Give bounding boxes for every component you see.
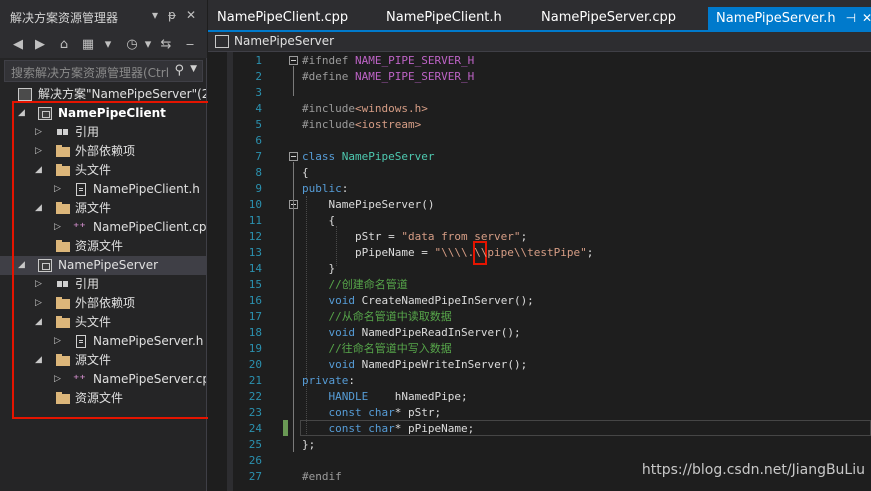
line-number: 13 bbox=[248, 246, 262, 259]
window-position-dropdown-icon[interactable]: ▾ bbox=[152, 8, 158, 22]
solution-explorer-titlebar: 解决方案资源管理器 ▾ ᵽ ✕ bbox=[0, 0, 207, 32]
code-line[interactable]: } bbox=[302, 261, 335, 277]
solution-search-input[interactable]: 搜索解决方案资源管理器(Ctrl ⚲ ▼ bbox=[4, 60, 203, 82]
tab-namepipeclient-cpp[interactable]: NamePipeClient.cpp bbox=[209, 7, 356, 31]
fold-line bbox=[293, 162, 294, 452]
line-number: 9 bbox=[255, 182, 262, 195]
code-line[interactable]: }; bbox=[302, 437, 315, 453]
code-line[interactable]: //往命名管道中写入数据 bbox=[302, 341, 452, 357]
line-number: 17 bbox=[248, 310, 262, 323]
forward-icon[interactable]: ▶ bbox=[32, 37, 48, 53]
line-number: 16 bbox=[248, 294, 262, 307]
fold-toggle-icon[interactable] bbox=[289, 56, 298, 65]
close-tab-icon[interactable]: ✕ bbox=[862, 11, 871, 25]
code-line[interactable]: const char* pPipeName; bbox=[302, 421, 475, 437]
more-icon[interactable]: ‒ bbox=[182, 37, 198, 53]
tab-namepipeclient-h[interactable]: NamePipeClient.h bbox=[378, 7, 510, 31]
dropdown-arrow-icon[interactable]: ▾ bbox=[100, 37, 116, 53]
fold-line bbox=[293, 66, 294, 96]
code-line[interactable]: void NamedPipeReadInServer(); bbox=[302, 325, 521, 341]
line-number: 23 bbox=[248, 406, 262, 419]
line-number: 24 bbox=[248, 422, 262, 435]
code-line[interactable]: NamePipeServer() bbox=[302, 197, 434, 213]
back-icon[interactable]: ◀ bbox=[10, 37, 26, 53]
line-number: 15 bbox=[248, 278, 262, 291]
tab-label: NamePipeServer.cpp bbox=[541, 10, 676, 25]
line-number: 5 bbox=[255, 118, 262, 131]
code-line[interactable]: //创建命名管道 bbox=[302, 277, 408, 293]
tab-namepipeserver-cpp[interactable]: NamePipeServer.cpp bbox=[533, 7, 684, 31]
solution-explorer-toolbar: ◀ ▶ ⌂ ▦ ▾ ◷ ▾ ⇆ ‒ bbox=[0, 32, 207, 58]
change-tracking-bar bbox=[283, 420, 288, 436]
line-number: 26 bbox=[248, 454, 262, 467]
pending-changes-filter-icon[interactable]: ◷ bbox=[124, 37, 140, 53]
line-number: 4 bbox=[255, 102, 262, 115]
code-line[interactable]: #endif bbox=[302, 469, 342, 485]
pin-tab-icon[interactable]: ⊣ bbox=[846, 11, 856, 25]
tab-label: NamePipeServer.h bbox=[716, 11, 836, 26]
search-placeholder: 搜索解决方案资源管理器(Ctrl bbox=[11, 66, 170, 80]
line-number: 25 bbox=[248, 438, 262, 451]
watermark: https://blog.csdn.net/JiangBuLiu bbox=[641, 462, 865, 478]
home-icon[interactable]: ⌂ bbox=[56, 37, 72, 53]
code-line[interactable]: #ifndef NAME_PIPE_SERVER_H bbox=[302, 53, 474, 69]
line-number: 27 bbox=[248, 470, 262, 483]
sync-icon[interactable]: ⇆ bbox=[158, 37, 174, 53]
code-line[interactable]: { bbox=[302, 165, 309, 181]
line-number: 18 bbox=[248, 326, 262, 339]
search-icon[interactable]: ⚲ bbox=[174, 63, 184, 78]
panel-title: 解决方案资源管理器 bbox=[10, 11, 119, 25]
navigation-bar[interactable]: NamePipeServer bbox=[208, 32, 871, 52]
project-icon bbox=[215, 35, 229, 48]
line-number: 2 bbox=[255, 70, 262, 83]
search-options-dropdown-icon[interactable]: ▼ bbox=[190, 64, 197, 74]
highlight-box bbox=[12, 101, 219, 419]
close-icon[interactable]: ✕ bbox=[186, 8, 196, 22]
code-line[interactable]: { bbox=[302, 213, 335, 229]
line-number: 19 bbox=[248, 342, 262, 355]
code-line[interactable]: #include<iostream> bbox=[302, 117, 421, 133]
scope-dropdown[interactable]: NamePipeServer bbox=[234, 34, 334, 48]
line-number: 11 bbox=[248, 214, 262, 227]
code-line[interactable]: pPipeName = "\\\\.\\pipe\\testPipe"; bbox=[302, 245, 593, 261]
fold-toggle-icon[interactable] bbox=[289, 152, 298, 161]
code-line[interactable]: //从命名管道中读取数据 bbox=[302, 309, 452, 325]
code-line[interactable]: class NamePipeServer bbox=[302, 149, 434, 165]
tab-label: NamePipeClient.h bbox=[386, 10, 502, 25]
line-number: 21 bbox=[248, 374, 262, 387]
solution-icon bbox=[18, 88, 32, 101]
code-line[interactable]: public: bbox=[302, 181, 348, 197]
document-tab-bar: NamePipeClient.cpp NamePipeClient.h Name… bbox=[208, 0, 871, 31]
code-line[interactable]: #define NAME_PIPE_SERVER_H bbox=[302, 69, 474, 85]
tab-namepipeserver-h[interactable]: NamePipeServer.h ⊣ ✕ bbox=[708, 7, 871, 31]
line-number: 1 bbox=[255, 54, 262, 67]
pin-icon[interactable]: ᵽ bbox=[168, 8, 176, 22]
code-line[interactable]: #include<windows.h> bbox=[302, 101, 428, 117]
line-number: 20 bbox=[248, 358, 262, 371]
line-number: 14 bbox=[248, 262, 262, 275]
line-number: 7 bbox=[255, 150, 262, 163]
line-number: 3 bbox=[255, 86, 262, 99]
code-line[interactable]: private: bbox=[302, 373, 355, 389]
code-line[interactable]: const char* pStr; bbox=[302, 405, 442, 421]
line-number: 8 bbox=[255, 166, 262, 179]
code-line[interactable]: pStr = "data from server"; bbox=[302, 229, 527, 245]
indicator-margin bbox=[227, 52, 233, 491]
tab-label: NamePipeClient.cpp bbox=[217, 10, 349, 25]
code-line[interactable]: void NamedPipeWriteInServer(); bbox=[302, 357, 528, 373]
line-number: 10 bbox=[248, 198, 262, 211]
line-number: 12 bbox=[248, 230, 262, 243]
line-number: 6 bbox=[255, 134, 262, 147]
code-line[interactable]: HANDLE hNamedPipe; bbox=[302, 389, 468, 405]
code-line[interactable]: void CreateNamedPipeInServer(); bbox=[302, 293, 534, 309]
line-number: 22 bbox=[248, 390, 262, 403]
dropdown-arrow-icon[interactable]: ▾ bbox=[140, 37, 156, 53]
switch-views-icon[interactable]: ▦ bbox=[80, 37, 96, 53]
fold-line bbox=[293, 210, 294, 266]
